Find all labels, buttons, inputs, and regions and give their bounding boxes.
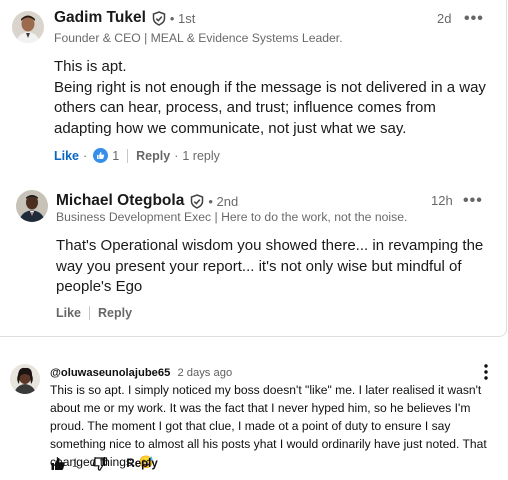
comment2-actions: Like Reply bbox=[56, 306, 132, 320]
comment1-like-button[interactable]: Like bbox=[54, 149, 79, 163]
avatar-gadim-tukel[interactable] bbox=[12, 11, 44, 43]
comment1-reply-button[interactable]: Reply bbox=[136, 149, 170, 163]
comment2-body: That's Operational wisdom you showed the… bbox=[56, 237, 484, 295]
comment1-like-separator: · bbox=[83, 148, 88, 163]
comment2-like-button[interactable]: Like bbox=[56, 306, 81, 320]
comment1-reply-separator: · bbox=[174, 148, 179, 163]
comment1-reaction-count[interactable]: 1 bbox=[112, 149, 119, 163]
avatar-oluwaseunolajube[interactable] bbox=[10, 364, 40, 394]
thumbs-up-reaction-icon bbox=[93, 148, 109, 163]
comment1-reply-count[interactable]: 1 reply bbox=[182, 149, 220, 163]
yt-like-count: 1 bbox=[72, 458, 79, 470]
shield-check-icon bbox=[152, 10, 166, 26]
comment2-reply-button[interactable]: Reply bbox=[98, 306, 132, 320]
comment2-header: Michael Otegbola • 2nd bbox=[56, 192, 238, 210]
yt-comment-date[interactable]: 2 days ago bbox=[177, 367, 232, 379]
comment1-body: This is apt. Being right is not enough i… bbox=[54, 57, 494, 139]
yt-reply-button[interactable]: Reply bbox=[126, 458, 157, 470]
comment1-degree: • 1st bbox=[169, 10, 196, 26]
divider bbox=[127, 148, 129, 163]
comment2-timestamp: 12h bbox=[431, 193, 453, 208]
comment1-timestamp: 2d bbox=[437, 11, 452, 26]
comment1-more-icon[interactable]: ••• bbox=[464, 11, 484, 27]
thumbs-up-icon[interactable] bbox=[50, 456, 66, 472]
shield-check-icon bbox=[190, 193, 204, 209]
yt-comment-actions: 1 Reply bbox=[50, 456, 158, 472]
thumbs-down-icon[interactable] bbox=[92, 456, 108, 472]
comment2-headline: Business Development Exec | Here to do t… bbox=[56, 210, 408, 224]
divider bbox=[89, 306, 91, 320]
yt-author-handle[interactable]: @oluwaseunolajube65 bbox=[50, 367, 170, 379]
comment2-more-icon[interactable]: ••• bbox=[463, 193, 483, 209]
comment1-body-line1: This is apt. bbox=[54, 58, 127, 75]
avatar-michael-otegbola[interactable] bbox=[16, 190, 48, 222]
comment2-author-name[interactable]: Michael Otegbola bbox=[56, 192, 184, 210]
vertical-dots-icon[interactable] bbox=[482, 362, 490, 382]
comment1-author-name[interactable]: Gadim Tukel bbox=[54, 9, 146, 27]
comment1-headline: Founder & CEO | MEAL & Evidence Systems … bbox=[54, 31, 343, 45]
yt-comment-header: @oluwaseunolajube65 2 days ago bbox=[50, 367, 232, 379]
comment1-actions: Like · 1 Reply · 1 reply bbox=[54, 148, 220, 163]
comment1-header: Gadim Tukel • 1st bbox=[54, 9, 195, 27]
linkedin-comments-card: Gadim Tukel • 1st Founder & CEO | MEAL &… bbox=[0, 0, 507, 337]
comment2-degree: • 2nd bbox=[208, 193, 239, 209]
comment1-body-line2: Being right is not enough if the message… bbox=[54, 78, 486, 137]
